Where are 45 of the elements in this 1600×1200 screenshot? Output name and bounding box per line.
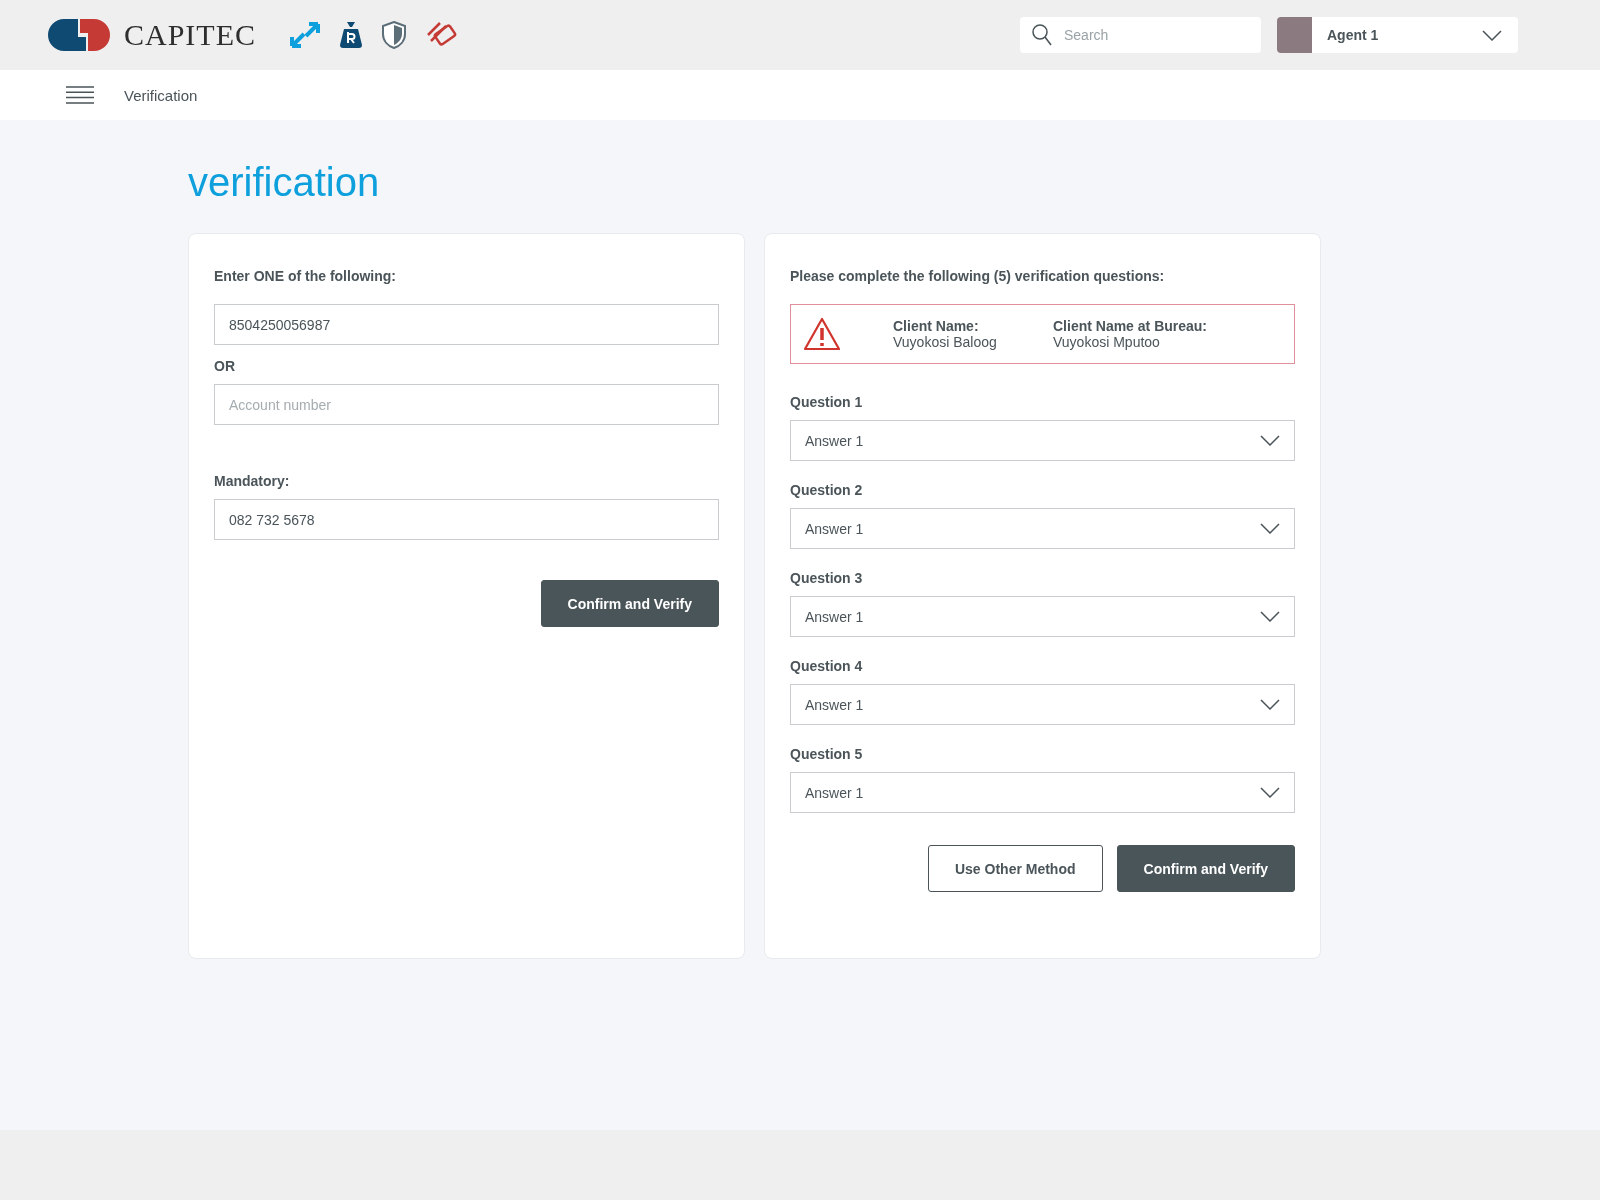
account-number-field[interactable]: Account number bbox=[214, 384, 719, 425]
question-label: Question 5 bbox=[790, 746, 864, 762]
chevron-down-icon bbox=[1260, 699, 1280, 710]
user-name: Agent 1 bbox=[1327, 27, 1380, 43]
phone-number-field[interactable]: 082 732 5678 bbox=[214, 499, 719, 540]
answer-dropdown[interactable]: Answer 1 bbox=[790, 420, 1295, 461]
question-label: Question 1 bbox=[790, 394, 864, 410]
chevron-down-icon bbox=[1260, 523, 1280, 534]
logo-icon bbox=[48, 19, 110, 51]
chevron-down-icon bbox=[1260, 435, 1280, 446]
question-label: Question 4 bbox=[790, 658, 864, 674]
answer-dropdown[interactable]: Answer 1 bbox=[790, 596, 1295, 637]
id-number-field[interactable]: 8504250056987 bbox=[214, 304, 719, 345]
search-icon bbox=[1032, 24, 1052, 46]
card-heading: Enter ONE of the following: bbox=[214, 268, 397, 284]
user-menu[interactable]: Agent 1 bbox=[1277, 17, 1518, 53]
alert-value: Vuyokosi Baloog bbox=[893, 334, 998, 350]
confirm-verify-button[interactable]: Confirm and Verify bbox=[1116, 845, 1295, 892]
chevron-down-icon bbox=[1260, 611, 1280, 622]
question-label: Question 3 bbox=[790, 570, 864, 586]
answer-dropdown[interactable]: Answer 1 bbox=[790, 684, 1295, 725]
other-method-button[interactable]: Use Other Method bbox=[927, 845, 1103, 892]
confirm-verify-button[interactable]: Confirm and Verify bbox=[540, 580, 719, 627]
answer-dropdown[interactable]: Answer 1 bbox=[790, 772, 1295, 813]
alert-label: Client Name at Bureau: bbox=[1053, 318, 1209, 334]
chevron-down-icon bbox=[1482, 29, 1502, 41]
transfer-arrows-icon[interactable] bbox=[290, 22, 320, 48]
warning-icon bbox=[803, 317, 841, 351]
menu-icon[interactable] bbox=[66, 86, 94, 104]
avatar-placeholder bbox=[1277, 17, 1312, 53]
card-heading: Please complete the following (5) verification questions: bbox=[790, 268, 1166, 284]
or-label: OR bbox=[214, 358, 236, 374]
cards-icon[interactable] bbox=[426, 21, 458, 49]
logo-text: CAPITEC bbox=[124, 18, 256, 52]
shield-icon[interactable] bbox=[382, 21, 406, 49]
question-label: Question 2 bbox=[790, 482, 864, 498]
answer-dropdown[interactable]: Answer 1 bbox=[790, 508, 1295, 549]
money-bag-icon[interactable] bbox=[340, 21, 362, 49]
alert-label: Client Name: bbox=[893, 318, 980, 334]
page-title: verification bbox=[188, 160, 381, 205]
search-field[interactable]: Search bbox=[1020, 17, 1261, 53]
mandatory-label: Mandatory: bbox=[214, 473, 291, 489]
alert-value: Vuyokosi Mputoo bbox=[1053, 334, 1161, 350]
chevron-down-icon bbox=[1260, 787, 1280, 798]
nav-title: Verification bbox=[124, 86, 198, 104]
